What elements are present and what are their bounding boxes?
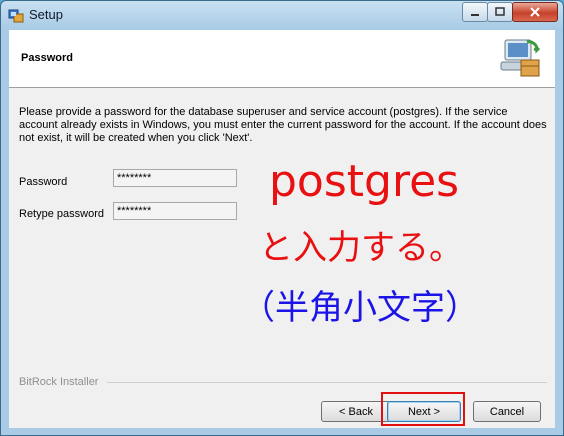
description-text: Please provide a password for the databa… bbox=[19, 106, 547, 144]
page-header: Password bbox=[9, 30, 555, 88]
setup-window: Setup Password Please provide a password… bbox=[0, 0, 564, 436]
close-icon bbox=[530, 7, 540, 17]
annotation-instruction: と入力する。 bbox=[259, 228, 463, 268]
maximize-button[interactable] bbox=[487, 2, 513, 22]
title-bar[interactable]: Setup bbox=[1, 1, 563, 29]
page-title: Password bbox=[21, 52, 73, 64]
annotation-postgres: postgres bbox=[269, 156, 460, 207]
installer-brand: BitRock Installer bbox=[19, 376, 99, 388]
password-field[interactable] bbox=[113, 169, 237, 187]
minimize-button[interactable] bbox=[462, 2, 488, 22]
footer-divider bbox=[107, 382, 547, 383]
retype-password-field[interactable] bbox=[113, 202, 237, 220]
window-title: Setup bbox=[29, 7, 63, 22]
password-label: Password bbox=[19, 176, 68, 188]
cancel-button[interactable]: Cancel bbox=[473, 401, 541, 422]
maximize-icon bbox=[495, 7, 505, 16]
minimize-icon bbox=[471, 14, 479, 16]
setup-app-icon bbox=[8, 9, 24, 23]
computer-package-icon bbox=[500, 39, 541, 77]
next-button-highlight bbox=[381, 392, 465, 426]
dialog-client-area: Password Please provide a password for t… bbox=[9, 30, 555, 428]
close-button[interactable] bbox=[512, 2, 558, 22]
annotation-note: （半角小文字） bbox=[241, 288, 479, 328]
retype-password-label: Retype password bbox=[19, 208, 104, 220]
